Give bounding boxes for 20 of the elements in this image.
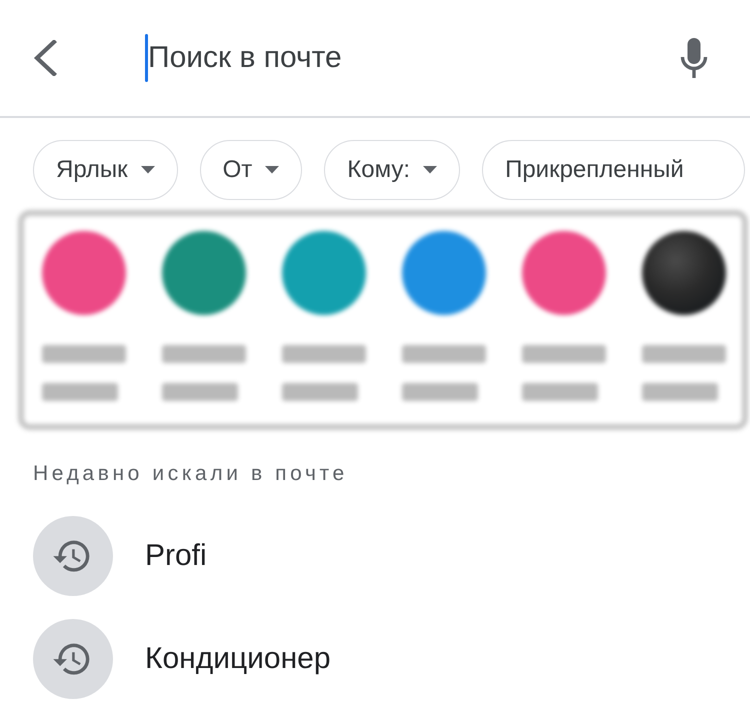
voice-search-button[interactable] — [680, 38, 708, 78]
back-icon — [33, 40, 57, 76]
filter-chip[interactable]: Ярлык — [33, 140, 178, 200]
filter-chip[interactable]: Кому: — [324, 140, 460, 200]
contact-avatar-icon[interactable] — [522, 231, 606, 315]
back-button[interactable] — [33, 40, 57, 76]
search-field[interactable]: Поиск в почте — [145, 33, 650, 83]
contact-avatar-icon[interactable] — [42, 231, 126, 315]
recent-search-item[interactable]: Profi — [33, 516, 750, 596]
filter-chip[interactable]: Прикрепленный — [482, 140, 745, 200]
contact-avatar-icon[interactable] — [162, 231, 246, 315]
microphone-icon — [680, 38, 708, 78]
photo-placeholder[interactable] — [642, 231, 726, 315]
history-icon — [33, 516, 113, 596]
contact-avatar-icon[interactable] — [282, 231, 366, 315]
filter-chip[interactable]: От — [200, 140, 302, 200]
contact-avatar-icon[interactable] — [402, 231, 486, 315]
recent-searches-heading: Недавно искали в почте — [33, 461, 348, 486]
recent-search-item[interactable]: Кондиционер — [33, 619, 750, 699]
history-icon — [33, 619, 113, 699]
